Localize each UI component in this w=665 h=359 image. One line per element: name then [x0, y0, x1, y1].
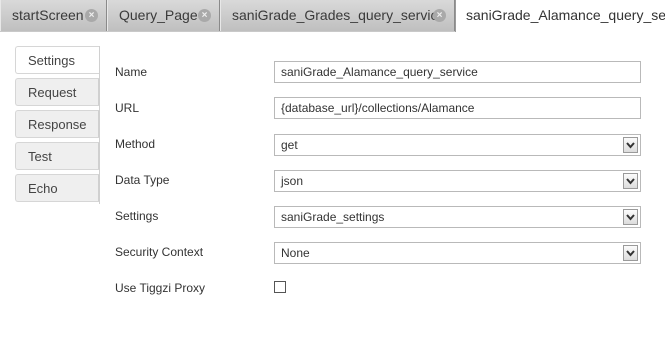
editor-tab-bar: startScreen × Query_Page × saniGrade_Gra… — [0, 0, 665, 32]
tab-label: startScreen — [12, 7, 84, 23]
security-context-value: None — [281, 246, 310, 260]
method-select[interactable]: get — [274, 134, 641, 156]
close-icon[interactable]: × — [433, 9, 446, 22]
chevron-down-icon[interactable] — [623, 173, 638, 189]
tab-label: Query_Page — [119, 7, 198, 23]
method-label: Method — [115, 137, 156, 151]
datatype-label: Data Type — [115, 173, 170, 187]
tab-query-page[interactable]: Query_Page × — [107, 0, 220, 31]
url-field[interactable]: {database_url}/collections/Alamance — [274, 97, 641, 119]
side-tab-test[interactable]: Test — [15, 142, 99, 170]
side-tab-settings[interactable]: Settings — [15, 46, 100, 74]
datatype-select[interactable]: json — [274, 170, 641, 192]
tab-label: saniGrade_Grades_query_service — [232, 7, 446, 23]
method-value: get — [281, 138, 298, 152]
name-field[interactable]: saniGrade_Alamance_query_service — [274, 61, 641, 83]
side-tab-request[interactable]: Request — [15, 78, 99, 106]
chevron-down-icon[interactable] — [623, 209, 638, 225]
tab-startscreen[interactable]: startScreen × — [0, 0, 107, 31]
settings-select[interactable]: saniGrade_settings — [274, 206, 641, 228]
use-proxy-label: Use Tiggzi Proxy — [115, 281, 206, 295]
side-tab-echo[interactable]: Echo — [15, 174, 99, 202]
name-label: Name — [115, 65, 148, 79]
side-tab-response[interactable]: Response — [15, 110, 99, 138]
tab-label: saniGrade_Alamance_query_service — [466, 7, 665, 23]
chevron-down-icon[interactable] — [623, 245, 638, 261]
panel-divider — [99, 46, 100, 204]
tab-sanigrade-alamance-query-service[interactable]: saniGrade_Alamance_query_service — [455, 0, 665, 32]
security-context-select[interactable]: None — [274, 242, 641, 264]
security-context-label: Security Context — [115, 245, 204, 259]
chevron-down-icon[interactable] — [623, 137, 638, 153]
datatype-value: json — [281, 174, 304, 188]
close-icon[interactable]: × — [198, 9, 211, 22]
url-label: URL — [115, 101, 140, 115]
settings-label: Settings — [115, 209, 159, 223]
use-proxy-checkbox[interactable] — [274, 281, 286, 293]
settings-value: saniGrade_settings — [281, 210, 385, 224]
tab-sanigrade-grades-query-service[interactable]: saniGrade_Grades_query_service × — [220, 0, 455, 31]
close-icon[interactable]: × — [85, 9, 98, 22]
